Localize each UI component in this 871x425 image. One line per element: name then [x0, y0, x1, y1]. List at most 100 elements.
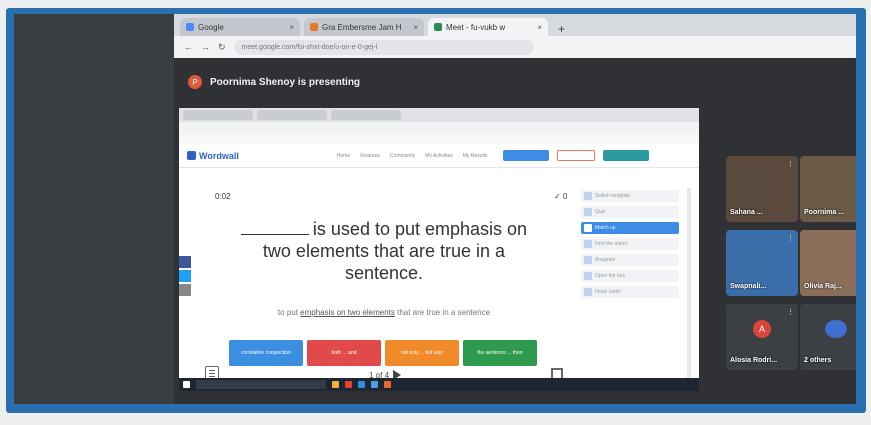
panel-item[interactable]: Open the box: [581, 270, 679, 282]
score-value: 0: [562, 192, 568, 201]
share-sidebar: [179, 256, 191, 298]
edge-icon[interactable]: [358, 381, 365, 388]
participant-tile[interactable]: ⋮ Swapnali...: [726, 230, 798, 296]
template-panel: Switch template Quiz Match up Find the m…: [581, 190, 679, 340]
timer: 0:02: [215, 192, 231, 201]
quiz-hint: to put emphasis on two elements that are…: [234, 308, 534, 317]
participant-tile-others[interactable]: 2 others: [800, 304, 856, 370]
app-icon[interactable]: [371, 381, 378, 388]
url-field[interactable]: meet.google.com/fsi-shxt-doe/u-on-e-0-ge…: [233, 39, 534, 55]
shared-bookmarks-bar: [179, 134, 699, 144]
panel-item[interactable]: Quiz: [581, 206, 679, 218]
windows-start-icon[interactable]: [183, 381, 190, 388]
browser-tab[interactable]: Google ×: [180, 18, 300, 36]
participant-name: 2 others: [804, 357, 832, 364]
answer-option[interactable]: both ... and: [307, 340, 381, 366]
shared-tab: [183, 110, 253, 120]
answer-options: correlative conjunction both ... and not…: [229, 340, 537, 366]
address-bar-row: ← → ↻ meet.google.com/fsi-shxt-doe/u-on-…: [174, 36, 856, 58]
presenting-bar: P Poornima Shenoy is presenting: [174, 58, 856, 106]
participant-tile[interactable]: ⋮ Poornima ...: [800, 156, 856, 222]
new-tab-button[interactable]: +: [552, 22, 571, 36]
close-icon[interactable]: ×: [537, 23, 542, 32]
taskbar-search[interactable]: [196, 380, 326, 389]
scrollbar[interactable]: [687, 188, 691, 378]
participant-tile[interactable]: ⋮ A Alosia Rodri...: [726, 304, 798, 370]
panel-item-selected[interactable]: Match up: [581, 222, 679, 234]
participant-name: Swapnali...: [730, 283, 767, 290]
score: ✓ 0: [554, 192, 568, 201]
wordwall-logo-icon: [187, 151, 196, 160]
answer-label: the sentence ... then: [477, 350, 523, 356]
hint-text-post: that are true in a sentence: [394, 308, 491, 317]
shared-tab: [257, 110, 327, 120]
mic-off-icon: ⋮: [787, 235, 794, 242]
reload-icon[interactable]: ↻: [218, 42, 226, 53]
tab-label: Meet - fu-vukb w: [446, 22, 506, 32]
browser-tab[interactable]: Gra Embersme Jam H ×: [304, 18, 424, 36]
avatar: A: [753, 320, 771, 338]
hint-text-pre: to put: [277, 308, 301, 317]
nav-item[interactable]: My Activities: [425, 153, 453, 159]
desktop-left-area: [14, 14, 174, 404]
quiz-question: is used to put emphasis on two elements …: [239, 218, 529, 284]
participant-name: Poornima ...: [804, 209, 845, 216]
browser-tab-active[interactable]: Meet - fu-vukb w ×: [428, 18, 548, 36]
participant-name: Sahana ...: [730, 209, 763, 216]
google-icon: [186, 23, 194, 31]
nav-item[interactable]: My Results: [463, 153, 488, 159]
mic-off-icon: ⋮: [787, 161, 794, 168]
share-icon[interactable]: [179, 284, 191, 296]
avatar-initial: A: [758, 324, 765, 334]
presenter-initial: P: [192, 77, 198, 87]
facebook-icon[interactable]: [179, 256, 191, 268]
blogger-icon: [310, 23, 318, 31]
shared-tab: [331, 110, 401, 120]
browser-tab-bar: Google × Gra Embersme Jam H × Meet - fu-…: [174, 14, 856, 36]
folder-icon[interactable]: [332, 381, 339, 388]
url-text: meet.google.com/fsi-shxt-doe/u-on-e-0-ge…: [241, 43, 378, 51]
nav-item[interactable]: Community: [390, 153, 415, 159]
tab-label: Google: [198, 22, 224, 32]
participant-tile[interactable]: ⋮ Olivia Raj...: [800, 230, 856, 296]
question-blank: [240, 219, 309, 235]
twitter-icon[interactable]: [179, 270, 191, 282]
panel-item[interactable]: Flash cards: [581, 286, 679, 298]
shared-address-bar: [179, 122, 699, 134]
participant-name: Olivia Raj...: [804, 283, 842, 290]
close-icon[interactable]: ×: [413, 23, 418, 32]
participant-name: Alosia Rodri...: [730, 357, 778, 364]
participant-tile[interactable]: ⋮ Sahana ...: [726, 156, 798, 222]
presenter-avatar: P: [188, 75, 202, 89]
create-activity-button[interactable]: [503, 150, 550, 161]
hint-link[interactable]: emphasis on two elements: [300, 308, 395, 317]
presenting-label: Poornima Shenoy is presenting: [210, 76, 361, 88]
nav-item[interactable]: Home: [337, 153, 350, 159]
back-icon[interactable]: ←: [184, 42, 193, 52]
app-icon[interactable]: [384, 381, 391, 388]
avatar-group: [825, 320, 847, 338]
answer-option[interactable]: not only ... but also: [385, 340, 459, 366]
tab-label: Gra Embersme Jam H: [322, 22, 402, 32]
meet-icon: [434, 23, 442, 31]
panel-item[interactable]: Find the match: [581, 238, 679, 250]
windows-taskbar: [179, 378, 699, 391]
answer-label: not only ... but also: [401, 350, 443, 356]
panel-item[interactable]: Switch template: [581, 190, 679, 202]
panel-item[interactable]: Anagram: [581, 254, 679, 266]
chrome-icon[interactable]: [345, 381, 352, 388]
answer-label: correlative conjunction: [241, 350, 291, 356]
close-icon[interactable]: ×: [289, 23, 294, 32]
answer-label: both ... and: [331, 350, 357, 356]
wordwall-header: Wordwall Home Features Community My Acti…: [179, 144, 699, 168]
forward-icon[interactable]: →: [201, 42, 210, 52]
account-button[interactable]: [603, 150, 650, 161]
nav-item[interactable]: Features: [360, 153, 380, 159]
shared-screen: Wordwall Home Features Community My Acti…: [179, 108, 699, 391]
screen: Google × Gra Embersme Jam H × Meet - fu-…: [14, 14, 856, 404]
upgrade-button[interactable]: [557, 150, 596, 161]
wordwall-logo[interactable]: Wordwall: [187, 151, 239, 161]
answer-option[interactable]: correlative conjunction: [229, 340, 303, 366]
answer-option[interactable]: the sentence ... then: [463, 340, 537, 366]
mic-off-icon: ⋮: [787, 309, 794, 316]
